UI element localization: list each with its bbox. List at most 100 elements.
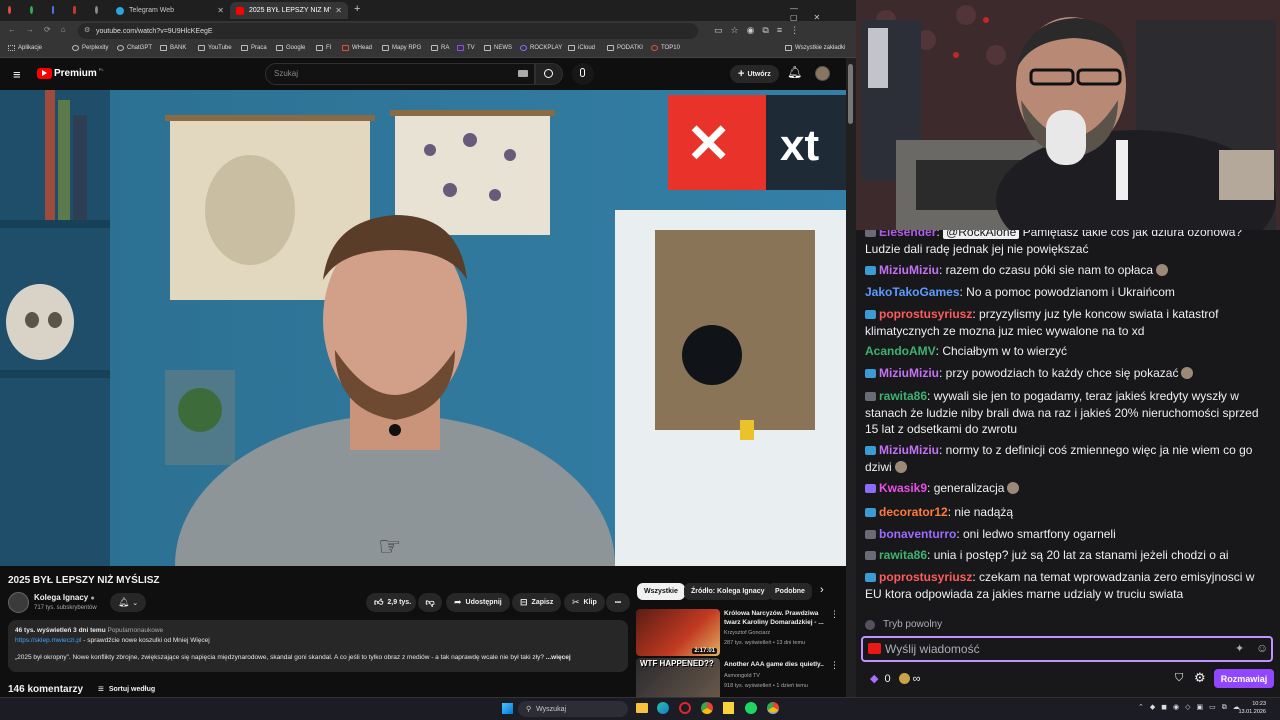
bookmark-item[interactable]: NEWS	[484, 45, 512, 51]
url-field[interactable]: ⚙ youtube.com/watch?v=9U9HlcKEegE	[78, 23, 698, 39]
bookmark-item[interactable]: Google	[276, 45, 305, 51]
browser-toolbar-icons[interactable]: ▭☆◉⧉≡⋮	[714, 25, 807, 36]
bookmark-item[interactable]: Aplikacje	[8, 45, 42, 51]
chat-badge-icon[interactable]	[865, 573, 876, 582]
avatar[interactable]	[815, 66, 830, 81]
more-actions-button[interactable]: •••	[606, 593, 630, 612]
bookmark-item[interactable]: YouTube	[198, 45, 232, 51]
chat-badge-icon[interactable]	[865, 508, 876, 517]
chat-username[interactable]: Kwasik9	[879, 481, 927, 495]
page-scrollbar[interactable]	[846, 58, 856, 697]
chip-all[interactable]: Wszystkie	[637, 583, 685, 600]
clip-button[interactable]: ✂ Klip	[564, 593, 605, 612]
emote-picker-icon[interactable]: ☺	[1256, 641, 1268, 655]
search-button[interactable]	[535, 63, 563, 85]
close-tab-icon[interactable]: ✕	[217, 6, 224, 15]
effects-icon[interactable]: ✦	[1235, 642, 1244, 655]
chat-username[interactable]: MiziuMiziu	[879, 443, 939, 457]
like-button[interactable]: 👍︎ 2,9 tys.	[366, 593, 416, 612]
channel-points[interactable]: ◆ 0 ∞	[870, 672, 920, 686]
edge-icon[interactable]	[657, 702, 669, 714]
site-info-icon[interactable]: ⚙	[84, 26, 90, 34]
chat-badge-icon[interactable]	[865, 310, 876, 319]
chat-input[interactable]: Wyślij wiadomość ✦ ☺	[861, 636, 1273, 662]
dislike-button[interactable]: 👎︎	[418, 593, 442, 612]
spotify-icon[interactable]	[745, 702, 757, 714]
pinned-tab-icons[interactable]	[8, 6, 103, 15]
chat-username[interactable]: AcandoAMV	[865, 344, 936, 358]
chat-username[interactable]: poprostusyriusz	[879, 570, 972, 584]
voice-search-button[interactable]	[572, 63, 594, 85]
shield-icon[interactable]: ⛉	[1175, 672, 1183, 685]
chrome-active-icon[interactable]	[767, 702, 779, 714]
notifications-bell-icon[interactable]: 🔔︎	[787, 65, 802, 79]
bookmark-item[interactable]: ROCKPLAY	[520, 45, 562, 51]
channel-name[interactable]: Kolega Ignacy ●	[34, 593, 95, 602]
chip-related[interactable]: Podobne	[768, 583, 812, 600]
keyboard-icon[interactable]	[518, 70, 528, 77]
bookmark-item[interactable]: FI	[316, 45, 331, 51]
bookmark-item[interactable]: BANK	[160, 45, 186, 51]
chat-username[interactable]: poprostusyriusz	[879, 307, 972, 321]
show-more-link[interactable]: ...więcej	[546, 654, 571, 661]
start-button-icon[interactable]	[502, 703, 513, 714]
close-tab-icon[interactable]: ✕	[335, 6, 342, 15]
scrollbar-thumb[interactable]	[848, 64, 853, 124]
bookmark-item[interactable]: WHead	[342, 45, 372, 51]
description-link[interactable]: https://sklep.mwieczi.pl	[15, 637, 81, 644]
chat-badge-icon[interactable]	[865, 484, 876, 493]
send-chat-button[interactable]: Rozmawiaj	[1214, 669, 1274, 688]
chip-source[interactable]: Źródło: Kolega Ignacy	[684, 583, 772, 600]
window-controls[interactable]: —▢✕	[790, 4, 856, 22]
video-category[interactable]: Popularnonaukowe	[107, 627, 163, 634]
video-player[interactable]: ✕ xt ☞	[0, 90, 846, 566]
chat-badge-icon[interactable]	[865, 230, 876, 237]
menu-icon[interactable]: ≡	[13, 67, 21, 82]
notes-icon[interactable]	[723, 702, 734, 714]
chat-badge-icon[interactable]	[865, 266, 876, 275]
chat-badge-icon[interactable]	[865, 551, 876, 560]
chat-username[interactable]: rawita86	[879, 548, 927, 562]
chat-badge-icon[interactable]	[865, 530, 876, 539]
taskbar-search[interactable]: ⚲ Wyszukaj	[518, 701, 628, 717]
chat-username[interactable]: decorator12	[879, 505, 948, 519]
chat-badge-icon[interactable]	[865, 392, 876, 401]
chat-username[interactable]: MiziuMiziu	[879, 263, 939, 277]
all-bookmarks[interactable]: Wszystkie zakładki	[785, 45, 845, 51]
sort-comments-button[interactable]: ≡ Sortuj według	[98, 684, 155, 695]
more-vert-icon[interactable]: ⋮	[830, 609, 839, 620]
bookmark-item[interactable]: RA	[431, 45, 449, 51]
save-button[interactable]: ⊟ Zapisz	[512, 593, 562, 612]
bookmark-item[interactable]: Mapy RPG	[382, 45, 421, 51]
chat-username[interactable]: JakoTakoGames	[865, 285, 960, 299]
opera-icon[interactable]	[679, 702, 691, 714]
recommended-video[interactable]: WTF HAPPENED?? Another AAA game dies qui…	[636, 658, 846, 697]
clock[interactable]: 10:23 13.01.2026	[1226, 700, 1266, 716]
bookmark-item[interactable]: Perplexity	[72, 45, 108, 51]
bookmark-item[interactable]: TV	[457, 45, 475, 51]
channel-avatar[interactable]	[8, 592, 29, 613]
new-tab-button[interactable]: +	[354, 3, 360, 15]
youtube-logo[interactable]: Premium PL	[37, 67, 104, 79]
settings-gear-icon[interactable]: ⚙	[1194, 670, 1206, 686]
chat-badge-icon[interactable]	[865, 446, 876, 455]
create-button[interactable]: + Utwórz	[730, 65, 779, 83]
recommended-video[interactable]: 2:17:01 Królowa Narcyzów. Prawdziwa twar…	[636, 609, 846, 656]
chat-badge-icon[interactable]	[865, 369, 876, 378]
more-vert-icon[interactable]: ⋮	[830, 660, 839, 671]
search-input[interactable]: Szukaj	[265, 63, 535, 85]
chat-username[interactable]: rawita86	[879, 389, 927, 403]
chat-username[interactable]: Elesender	[879, 230, 936, 239]
bookmark-item[interactable]: PODATKI	[607, 45, 643, 51]
file-explorer-icon[interactable]	[636, 703, 648, 713]
nav-buttons[interactable]: ←→⟳⌂	[8, 25, 76, 34]
share-button[interactable]: ➦ Udostępnij	[446, 593, 510, 612]
description-box[interactable]: 46 tys. wyświetleń 3 dni temu Popularnon…	[8, 620, 628, 672]
chat-badge-icon[interactable]	[868, 643, 881, 654]
bookmark-item[interactable]: ChatGPT	[117, 45, 152, 51]
bookmark-item[interactable]: TOP10	[651, 45, 680, 51]
bookmark-item[interactable]: iCloud	[568, 45, 595, 51]
tab-youtube-video[interactable]: 2025 BYŁ LEPSZY NIŻ MYŚLISZ ✕	[230, 2, 348, 19]
bookmark-item[interactable]: Praca	[241, 45, 267, 51]
chrome-icon[interactable]	[701, 702, 713, 714]
